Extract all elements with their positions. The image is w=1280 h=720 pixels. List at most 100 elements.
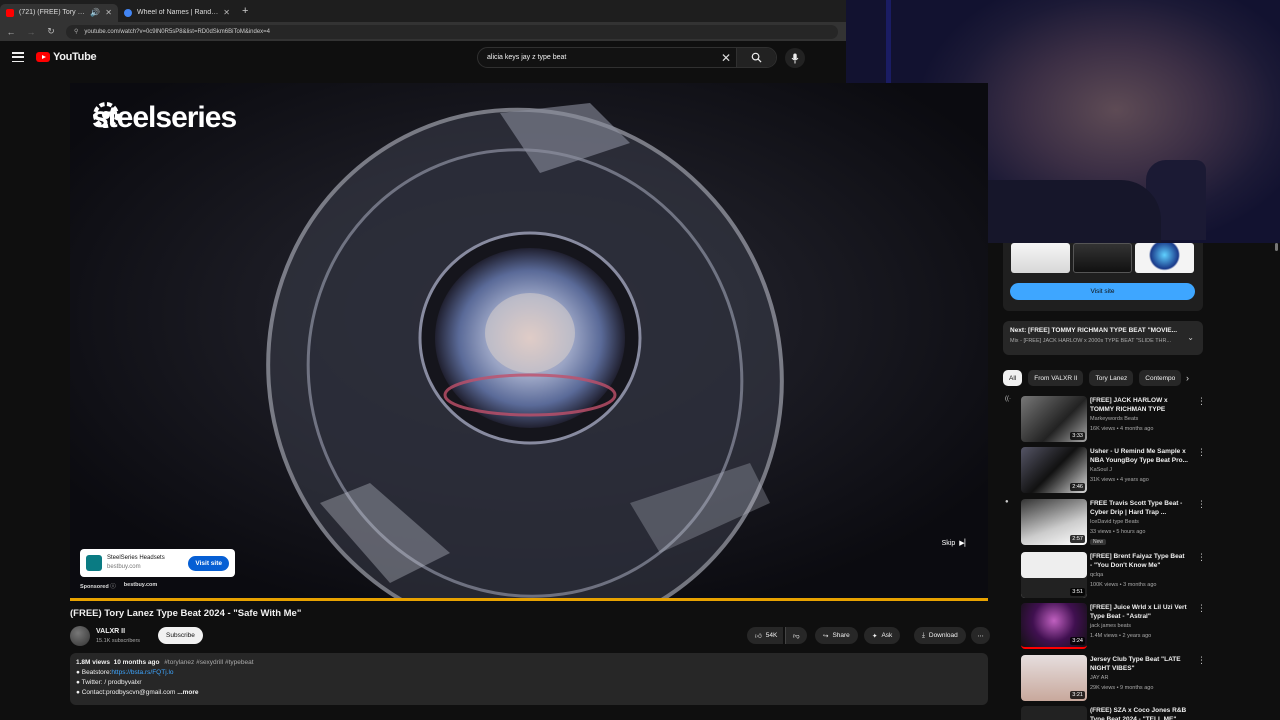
chevron-right-icon[interactable]: › xyxy=(1186,373,1189,383)
notification-dot-icon: ● xyxy=(1005,499,1009,505)
more-vertical-icon[interactable]: ⋮ xyxy=(1197,396,1206,407)
video-progress-bar[interactable] xyxy=(70,598,988,601)
rec-channel[interactable]: qclqa xyxy=(1090,572,1103,578)
site-info-icon[interactable]: ⚲ xyxy=(74,28,78,35)
more-vertical-icon[interactable]: ⋮ xyxy=(1197,603,1206,614)
rec-meta: 1.4M views • 2 years ago xyxy=(1090,633,1152,639)
rec-channel[interactable]: jack james beats xyxy=(1090,623,1131,629)
rec-title[interactable]: [FREE] Brent Faiyaz Type Beat - "You Don… xyxy=(1090,552,1188,570)
twitter-handle[interactable]: / prodbyvalxr xyxy=(104,679,141,686)
rec-title[interactable]: [FREE] JACK HARLOW x TOMMY RICHMAN TYPE … xyxy=(1090,396,1188,414)
video-player[interactable]: steelseries SteelSeries Headsets bestbuy… xyxy=(70,83,988,599)
rec-title[interactable]: Jersey Club Type Beat "LATE NIGHT VIBES" xyxy=(1090,655,1188,673)
share-icon: ↪ xyxy=(823,632,829,640)
beatstore-link[interactable]: https://bsta.rs/FQTj.lo xyxy=(111,669,173,676)
video-thumbnail[interactable]: 3:51 xyxy=(1021,552,1087,598)
rec-channel[interactable]: JAY AR xyxy=(1090,675,1108,681)
sidebar-scrollbar[interactable] xyxy=(1275,243,1278,251)
chip-contemporary[interactable]: Contempo xyxy=(1139,370,1182,386)
channel-avatar[interactable] xyxy=(70,626,90,646)
like-button[interactable]: 👍︎ 54K xyxy=(747,627,784,644)
rec-title[interactable]: FREE Travis Scott Type Beat - Cyber Drip… xyxy=(1090,499,1188,517)
tab-close-icon[interactable]: ✕ xyxy=(105,8,112,17)
duration-badge: 3:51 xyxy=(1070,588,1085,596)
info-icon[interactable]: ⓘ xyxy=(110,584,116,590)
rec-channel[interactable]: IceDavid type Beats xyxy=(1090,519,1139,525)
back-icon[interactable]: ← xyxy=(6,27,16,37)
dislike-button[interactable]: 👎︎ xyxy=(785,627,807,644)
chevron-down-icon[interactable]: ⌄ xyxy=(1187,333,1194,342)
channel-name[interactable]: VALXR II xyxy=(96,628,125,635)
chip-all[interactable]: All xyxy=(1003,370,1023,386)
sponsored-info[interactable]: Sponsored ⓘ bestbuy.com xyxy=(80,582,157,590)
url-text: youtube.com/watch?v=0c9lN0R5sP8&list=RD0… xyxy=(84,28,270,35)
recommendation-item[interactable]: 2:46 Usher - U Remind Me Sample x NBA Yo… xyxy=(1003,447,1206,495)
tab-close-icon[interactable]: ✕ xyxy=(223,8,230,17)
new-tab-button[interactable]: + xyxy=(242,5,248,17)
skip-ad-button[interactable]: Skip ▶▏ xyxy=(942,539,970,548)
recommendation-item[interactable]: 3:24 [FREE] Juice Wrld x Lil Uzi Vert Ty… xyxy=(1003,603,1206,651)
hamburger-menu-icon[interactable] xyxy=(12,52,24,62)
url-field[interactable]: ⚲ youtube.com/watch?v=0c9lN0R5sP8&list=R… xyxy=(66,24,838,39)
rec-channel[interactable]: KaSoul J xyxy=(1090,467,1112,473)
reload-icon[interactable]: ↻ xyxy=(46,26,56,37)
address-bar-row: ← → ↻ ⚲ youtube.com/watch?v=0c9lN0R5sP8&… xyxy=(0,22,846,41)
share-button[interactable]: ↪ Share xyxy=(815,627,858,644)
more-vertical-icon[interactable]: ⋮ xyxy=(1197,499,1206,510)
search-input[interactable]: alicia keys jay z type beat xyxy=(478,54,716,61)
steelseries-gear-icon xyxy=(93,102,119,128)
more-actions-button[interactable]: ⋯ xyxy=(971,627,990,644)
voice-search-button[interactable] xyxy=(785,48,805,68)
chip-from-channel[interactable]: From VALXR II xyxy=(1028,370,1084,386)
video-thumbnail[interactable] xyxy=(1021,706,1087,720)
youtube-play-icon xyxy=(36,52,50,62)
description-box[interactable]: 1.8M views 10 months ago #torylanez #sex… xyxy=(70,653,988,705)
search-button[interactable] xyxy=(736,48,776,67)
clear-search-icon[interactable]: ✕ xyxy=(716,51,736,65)
recommendation-item[interactable]: 3:21 Jersey Club Type Beat "LATE NIGHT V… xyxy=(1003,655,1206,703)
rec-title[interactable]: [FREE] Juice Wrld x Lil Uzi Vert Type Be… xyxy=(1090,603,1188,621)
speaker-icon: 🔊 xyxy=(90,8,101,17)
recommendation-item[interactable]: ((· 3:33 [FREE] JACK HARLOW x TOMMY RICH… xyxy=(1003,396,1206,444)
chip-tory-lanez[interactable]: Tory Lanez xyxy=(1089,370,1134,386)
keyboard-product-image xyxy=(1011,243,1070,273)
video-thumbnail[interactable]: 2:57 xyxy=(1021,499,1087,545)
next-title: Next: [FREE] TOMMY RICHMAN TYPE BEAT "MO… xyxy=(1010,327,1178,334)
video-thumbnail[interactable]: 3:21 xyxy=(1021,655,1087,701)
recommendation-item[interactable]: (FREE) SZA x Coco Jones R&B Type Beat 20… xyxy=(1003,706,1203,720)
browser-tab-wheel-of-names[interactable]: Wheel of Names | Random nam ✕ xyxy=(118,4,236,22)
rec-meta: 33 views • 5 hours ago xyxy=(1090,529,1146,535)
more-vertical-icon[interactable]: ⋮ xyxy=(1197,447,1206,458)
download-button[interactable]: ⤓ Download xyxy=(914,627,966,644)
visit-site-button[interactable]: Visit site xyxy=(188,555,229,571)
rec-title[interactable]: Usher - U Remind Me Sample x NBA YoungBo… xyxy=(1090,447,1188,465)
up-next-panel[interactable]: Next: [FREE] TOMMY RICHMAN TYPE BEAT "MO… xyxy=(1003,321,1203,355)
browser-tab-youtube[interactable]: (721) (FREE) Tory Lanez Type 🔊 ✕ xyxy=(0,3,118,22)
video-thumbnail[interactable]: 3:33 xyxy=(1021,396,1087,442)
recommendation-item[interactable]: ● 2:57 FREE Travis Scott Type Beat - Cyb… xyxy=(1003,499,1206,547)
ask-button[interactable]: ✦ Ask xyxy=(864,627,901,644)
mousepad-product-image xyxy=(1135,243,1194,273)
video-thumbnail[interactable]: 2:46 xyxy=(1021,447,1087,493)
video-thumbnail[interactable]: 3:24 xyxy=(1021,603,1087,649)
next-playlist: Mix - [FREE] JACK HARLOW x 2000s TYPE BE… xyxy=(1010,338,1172,344)
rec-channel[interactable]: Markeywords Beats xyxy=(1090,416,1138,422)
contact-email: Contact:prodbyscvn@gmail.com xyxy=(81,689,176,696)
sidebar-visit-site-button[interactable]: Visit site xyxy=(1010,283,1195,300)
subscriber-count: 15.1K subscribers xyxy=(96,638,141,644)
upload-age: 10 months ago xyxy=(113,659,160,666)
more-vertical-icon[interactable]: ⋮ xyxy=(1197,655,1206,666)
more-vertical-icon[interactable]: ⋮ xyxy=(1197,552,1206,563)
subscribe-button[interactable]: Subscribe xyxy=(158,627,203,644)
search-box[interactable]: alicia keys jay z type beat ✕ xyxy=(477,47,777,68)
show-more-link[interactable]: ...more xyxy=(177,689,198,696)
rec-meta: 31K views • 4 years ago xyxy=(1090,477,1149,483)
recommendation-item[interactable]: 3:51 [FREE] Brent Faiyaz Type Beat - "Yo… xyxy=(1003,552,1206,600)
youtube-logo[interactable]: YouTube xyxy=(36,51,97,63)
forward-icon[interactable]: → xyxy=(26,27,36,37)
search-icon xyxy=(751,52,762,63)
rec-title[interactable]: (FREE) SZA x Coco Jones R&B Type Beat 20… xyxy=(1090,706,1188,720)
companion-ad[interactable] xyxy=(1003,243,1203,311)
hashtags[interactable]: #torylanez #sexydrill #typebeat xyxy=(164,659,253,666)
ad-overlay-card[interactable]: SteelSeries Headsets bestbuy.com Visit s… xyxy=(80,549,235,577)
